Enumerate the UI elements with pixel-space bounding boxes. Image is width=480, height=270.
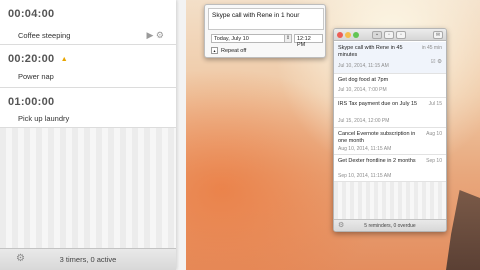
reminders-footer: ⚙ 5 reminders, 0 overdue — [334, 219, 446, 231]
time-field[interactable]: 12:12 PM — [294, 34, 323, 48]
gear-icon[interactable]: ⚙ — [156, 30, 164, 40]
reminder-title: Get dog food at 7pm — [338, 77, 389, 83]
timer-row[interactable]: 01:00:00 Pick up laundry — [0, 88, 176, 128]
reminders-window: ▪ ▫ ▫ ✉ Skype call with Rene in 45 minut… — [333, 28, 447, 232]
timer-row[interactable]: 00:20:00 ▲ Power nap — [0, 45, 176, 88]
checkbox-icon[interactable]: ▴ — [211, 47, 218, 54]
list-item[interactable]: Skype call with Rene in 45 minutes in 45… — [334, 42, 446, 74]
reminder-date: Jul 15, 2014, 12:00 PM — [338, 118, 390, 124]
reminder-when: Jul 15 — [428, 101, 442, 107]
reminder-title: Cancel Evernote subscription in one mont… — [338, 131, 416, 144]
reminder-when: in 45 min — [421, 45, 442, 51]
list-view-icon[interactable]: ▪ — [372, 31, 382, 39]
item-actions: ☑ ⚙ — [431, 59, 442, 65]
reminder-date: Aug 10, 2014, 11:15 AM — [338, 146, 392, 152]
reminders-status: 5 reminders, 0 overdue — [364, 223, 416, 229]
empty-list-area — [334, 182, 446, 222]
checkbox-icon[interactable]: ☑ — [431, 59, 436, 65]
timer-label: Power nap — [18, 72, 54, 81]
reminder-date: Jul 10, 2014, 11:15 AM — [338, 63, 389, 69]
list-item[interactable]: Get Dexter frontline in 2 months Sep 10 … — [334, 155, 446, 182]
alarm-icon: ▲ — [60, 55, 69, 63]
close-button[interactable] — [337, 32, 343, 38]
repeat-label: Repeat off — [221, 47, 247, 54]
reminder-when: Sep 10 — [426, 158, 442, 164]
list-item[interactable]: Cancel Evernote subscription in one mont… — [334, 128, 446, 155]
timer-time: 00:20:00 ▲ — [8, 53, 68, 65]
reminder-title: Get Dexter frontline in 2 months — [338, 158, 416, 164]
grid-view-icon[interactable]: ▫ — [396, 31, 406, 39]
timer-label: Pick up laundry — [18, 114, 70, 123]
reminder-date: Jul 10, 2014, 7:00 PM — [338, 87, 387, 93]
rock-silhouette — [446, 190, 480, 270]
minimize-button[interactable] — [345, 32, 351, 38]
timer-controls: ▶ ⚙ — [146, 30, 164, 41]
reminder-date: Sep 10, 2014, 11:15 AM — [338, 173, 392, 179]
timers-window: 00:04:00 Coffee steeping ▶ ⚙ 00:20:00 ▲ … — [0, 0, 176, 270]
reminder-title: Skype call with Rene in 45 minutes — [338, 45, 403, 58]
timer-time-value: 00:20:00 — [8, 53, 55, 65]
reminder-when: Aug 10 — [426, 131, 442, 137]
quick-entry-popup: Skype call with Rene in 1 hour Today, Ju… — [204, 4, 326, 58]
reminder-text-field[interactable]: Skype call with Rene in 1 hour — [208, 8, 324, 30]
empty-list-area — [0, 128, 176, 248]
timer-time: 01:00:00 — [8, 96, 55, 108]
timer-row[interactable]: 00:04:00 Coffee steeping ▶ ⚙ — [0, 0, 176, 45]
date-field[interactable]: Today, July 10 — [211, 34, 285, 43]
timers-footer: ⚙ 3 timers, 0 active — [0, 248, 176, 270]
calendar-view-icon[interactable]: ▫ — [384, 31, 394, 39]
list-item[interactable]: IRS Tax payment due on July 15 Jul 15 Ju… — [334, 98, 446, 128]
list-item[interactable]: Get dog food at 7pm Jul 10, 2014, 7:00 P… — [334, 74, 446, 98]
play-icon[interactable]: ▶ — [146, 30, 153, 40]
repeat-toggle[interactable]: ▴ Repeat off — [211, 47, 246, 54]
timer-time: 00:04:00 — [8, 8, 55, 20]
reminders-titlebar: ▪ ▫ ▫ ✉ — [334, 29, 446, 41]
timers-status: 3 timers, 0 active — [59, 255, 117, 264]
stepper-icon[interactable]: ⇕ — [285, 34, 292, 43]
compose-icon[interactable]: ✉ — [433, 31, 443, 39]
zoom-button[interactable] — [353, 32, 359, 38]
timer-label: Coffee steeping — [18, 31, 71, 40]
reminder-title: IRS Tax payment due on July 15 — [338, 101, 418, 107]
gear-icon[interactable]: ⚙ — [437, 59, 442, 65]
